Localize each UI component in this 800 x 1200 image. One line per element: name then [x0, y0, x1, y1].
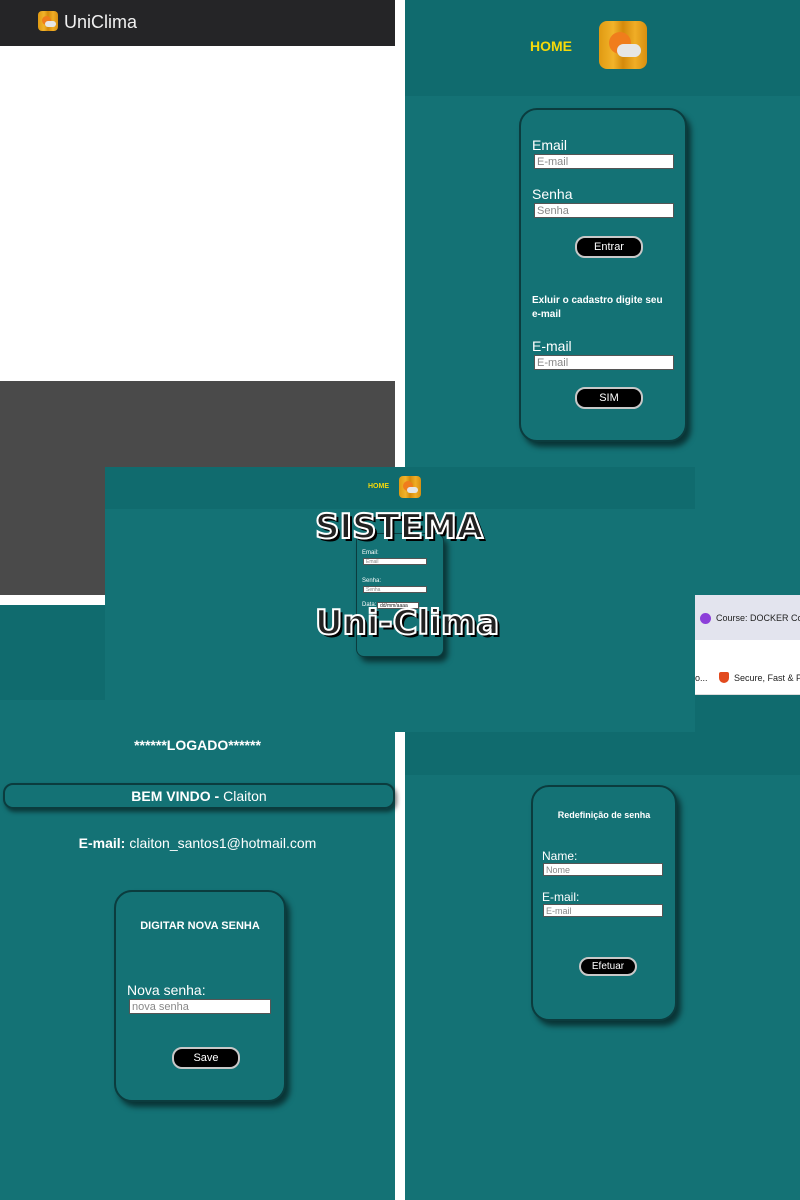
new-password-card: DIGITAR NOVA SENHA Nova senha: nova senh…	[114, 890, 286, 1102]
weather-logo-icon[interactable]	[599, 21, 647, 69]
register-email-label: Email:	[362, 550, 379, 556]
delete-email-input[interactable]: E-mail	[534, 355, 674, 370]
tab-favicon-icon	[700, 613, 711, 624]
yes-button[interactable]: SIM	[575, 387, 643, 409]
nav-home-link[interactable]: HOME	[530, 38, 572, 54]
brave-shield-icon	[719, 672, 729, 683]
browser-tab-title[interactable]: Course: DOCKER Con	[716, 613, 800, 623]
register-password-input[interactable]: Senha	[363, 586, 427, 593]
email-input[interactable]: E-mail	[534, 154, 674, 169]
register-page: HOME Email: Email Senha: Senha Data: dd/…	[105, 467, 695, 732]
user-email-line: E-mail: claiton_santos1@hotmail.com	[0, 835, 395, 851]
uniclima-title: Uni-Clima	[314, 602, 500, 644]
logged-status: ******LOGADO******	[134, 737, 261, 753]
uniclima-header: UniClima	[0, 0, 395, 46]
name-label: Name:	[542, 849, 578, 863]
reset-card-title: Redefinição de senha	[557, 810, 651, 820]
bookmarks-bar: o... Secure, Fast & Pr	[695, 662, 800, 695]
reset-password-card: Redefinição de senha Name: Nome E-mail: …	[531, 785, 677, 1021]
name-input[interactable]: Nome	[543, 863, 663, 876]
register-password-label: Senha:	[362, 578, 382, 584]
email-prefix: E-mail:	[78, 835, 126, 851]
delete-email-label: E-mail	[532, 338, 572, 354]
password-input[interactable]: Senha	[534, 203, 674, 218]
delete-account-text: Exluir o cadastro digite seu e-mail	[532, 295, 663, 320]
system-title: SISTEMA	[314, 506, 484, 548]
register-logo-icon[interactable]	[399, 476, 421, 498]
save-button[interactable]: Save	[172, 1047, 240, 1069]
email-label: Email	[532, 137, 568, 153]
submit-button[interactable]: Efetuar	[579, 957, 637, 976]
reset-email-input[interactable]: E-mail	[543, 904, 663, 917]
reset-email-label: E-mail:	[542, 890, 580, 904]
enter-button[interactable]: Entrar	[575, 236, 643, 258]
bookmark-right[interactable]: Secure, Fast & Pr	[734, 673, 800, 683]
welcome-bar: BEM VINDO - Claiton	[3, 783, 395, 809]
app-name[interactable]: UniClima	[64, 12, 137, 33]
uniclima-logo-icon[interactable]	[38, 11, 58, 31]
browser-tab-bar: Course: DOCKER Con	[695, 595, 800, 640]
browser-address-bar	[695, 640, 800, 662]
new-password-input[interactable]: nova senha	[129, 999, 271, 1014]
user-name: Claiton	[223, 788, 267, 804]
user-email: claiton_santos1@hotmail.com	[129, 835, 317, 851]
register-nav-home[interactable]: HOME	[368, 483, 389, 490]
password-label: Senha	[532, 186, 573, 202]
welcome-prefix: BEM VINDO -	[131, 788, 220, 804]
register-email-input[interactable]: Email	[363, 558, 427, 565]
register-navbar: HOME	[105, 467, 695, 509]
new-password-title: DIGITAR NOVA SENHA	[140, 920, 260, 932]
bookmark-left[interactable]: o...	[695, 673, 708, 683]
login-card: Email E-mail Senha Senha Entrar Exluir o…	[519, 108, 687, 442]
new-password-label: Nova senha:	[127, 982, 206, 998]
login-navbar: HOME	[405, 0, 800, 96]
